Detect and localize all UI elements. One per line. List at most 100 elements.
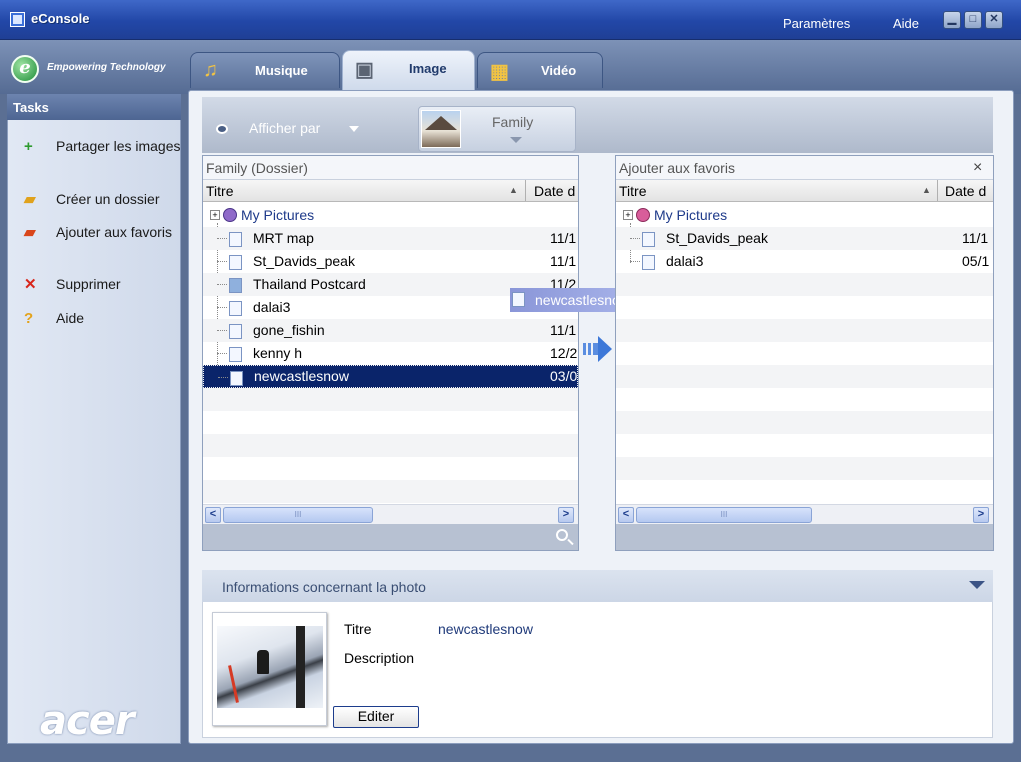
list-item[interactable]: kenny h 12/2 xyxy=(203,342,578,365)
task-label: Aide xyxy=(56,310,85,326)
tasks-header: Tasks xyxy=(7,94,181,120)
file-name: MRT map xyxy=(253,230,314,246)
eye-icon xyxy=(216,124,228,134)
collapse-arrow-icon[interactable] xyxy=(969,581,985,589)
task-create-folder[interactable]: ▰ Créer un dossier xyxy=(8,190,178,210)
search-icon[interactable] xyxy=(556,529,568,541)
chevron-down-icon[interactable] xyxy=(349,126,359,132)
col-date[interactable]: Date d xyxy=(945,183,986,199)
file-name: dalai3 xyxy=(253,299,291,315)
task-delete[interactable]: ✕ Supprimer xyxy=(8,275,178,295)
task-label: Ajouter aux favoris xyxy=(56,224,172,240)
col-date[interactable]: Date d xyxy=(534,183,575,199)
favorites-pane: Ajouter aux favoris × Titre ▲ Date d + M… xyxy=(615,155,994,551)
app-icon xyxy=(10,12,25,27)
photo-thumbnail-detail xyxy=(296,626,305,708)
tab-video[interactable]: ▦ Vidéo xyxy=(477,52,603,88)
close-icon[interactable]: × xyxy=(973,159,982,177)
favorites-list: + My Pictures St_Davids_peak 11/1 dalai3… xyxy=(616,204,993,504)
close-button[interactable]: ✕ xyxy=(985,11,1003,29)
photo-thumbnail-detail xyxy=(257,650,269,674)
my-pictures-icon xyxy=(223,208,237,222)
file-date: 11/1 xyxy=(550,322,577,338)
image-file-icon xyxy=(642,255,655,270)
image-file-icon xyxy=(512,292,525,307)
file-list: + My Pictures MRT map 11/1 St_Davids_pea… xyxy=(203,204,578,526)
chevron-down-icon[interactable] xyxy=(510,137,522,143)
task-help[interactable]: ? Aide xyxy=(8,309,178,329)
file-name: dalai3 xyxy=(666,253,704,269)
list-item[interactable]: St_Davids_peak 11/1 xyxy=(616,227,993,250)
file-name: Thailand Postcard xyxy=(253,276,366,292)
scroll-thumb[interactable]: III xyxy=(636,507,812,523)
settings-menu[interactable]: Paramètres xyxy=(783,16,850,31)
edit-button[interactable]: Editer xyxy=(333,706,419,728)
tab-musique[interactable]: ♫ Musique xyxy=(190,52,340,88)
image-file-icon xyxy=(229,278,242,293)
description-label: Description xyxy=(344,650,415,666)
plus-icon: + xyxy=(24,138,33,155)
tree-root[interactable]: + My Pictures xyxy=(616,204,993,227)
file-date: 11/1 xyxy=(550,230,577,246)
list-item[interactable]: MRT map 11/1 xyxy=(203,227,578,250)
scroll-left-button[interactable]: < xyxy=(618,507,634,523)
list-item[interactable]: gone_fishin 11/1 xyxy=(203,319,578,342)
col-title[interactable]: Titre xyxy=(206,183,233,199)
move-right-arrow-icon xyxy=(583,336,612,362)
list-item-selected[interactable]: newcastlesnow 03/0 xyxy=(203,365,578,388)
scroll-thumb[interactable]: III xyxy=(223,507,373,523)
film-icon: ▦ xyxy=(490,61,509,83)
tab-label: Musique xyxy=(255,63,308,78)
tree-root[interactable]: + My Pictures xyxy=(203,204,578,227)
sort-asc-icon: ▲ xyxy=(509,185,518,195)
list-item[interactable]: dalai3 05/1 xyxy=(616,250,993,273)
horizontal-scrollbar[interactable]: < III > xyxy=(616,504,993,524)
task-label: Créer un dossier xyxy=(56,191,160,207)
maximize-button[interactable]: □ xyxy=(964,11,982,29)
scroll-right-button[interactable]: > xyxy=(558,507,574,523)
tree-root-label: My Pictures xyxy=(241,207,315,223)
pane-footer xyxy=(203,524,578,550)
file-date: 12/2 xyxy=(550,345,578,361)
image-file-icon xyxy=(642,232,655,247)
task-label: Supprimer xyxy=(56,276,121,292)
help-icon: ? xyxy=(24,310,34,327)
file-date: 11/1 xyxy=(550,253,577,269)
task-label: Partager les images xyxy=(56,138,181,154)
pane-footer xyxy=(616,524,993,550)
view-by-dropdown[interactable]: Afficher par xyxy=(249,120,320,136)
file-name: kenny h xyxy=(253,345,303,361)
image-file-icon xyxy=(230,371,243,386)
empowering-logo-icon: e xyxy=(11,55,39,83)
column-header: Titre ▲ Date d xyxy=(616,180,993,202)
title-label: Titre xyxy=(344,621,372,637)
title-bar xyxy=(0,0,1021,40)
favorite-folder-icon: ▰ xyxy=(24,224,36,241)
task-share-images[interactable]: + Partager les images xyxy=(8,137,181,177)
minimize-button[interactable]: ▁ xyxy=(943,11,961,29)
tab-image[interactable]: ▣ Image xyxy=(342,50,475,90)
col-title[interactable]: Titre xyxy=(619,183,646,199)
expand-icon[interactable]: + xyxy=(210,210,220,220)
horizontal-scrollbar[interactable]: < III > xyxy=(203,504,578,524)
pane-title: Ajouter aux favoris xyxy=(619,160,735,176)
camera-icon: ▣ xyxy=(355,59,374,81)
sort-asc-icon: ▲ xyxy=(922,185,931,195)
expand-icon[interactable]: + xyxy=(623,210,633,220)
list-item[interactable]: St_Davids_peak 11/1 xyxy=(203,250,578,273)
folder-pane: Family (Dossier) Titre ▲ Date d + My Pic… xyxy=(202,155,579,551)
delete-icon: ✕ xyxy=(24,276,37,293)
file-name: St_Davids_peak xyxy=(666,230,768,246)
help-menu[interactable]: Aide xyxy=(893,16,919,31)
file-date: 11/1 xyxy=(962,230,989,246)
file-name: St_Davids_peak xyxy=(253,253,355,269)
photo-info-header[interactable]: Informations concernant la photo xyxy=(202,570,993,602)
image-file-icon xyxy=(229,232,242,247)
scroll-right-button[interactable]: > xyxy=(973,507,989,523)
favorites-heart-icon xyxy=(636,208,650,222)
scroll-left-button[interactable]: < xyxy=(205,507,221,523)
pane-header: Ajouter aux favoris × xyxy=(616,156,993,180)
photo-thumbnail xyxy=(217,626,323,708)
new-folder-icon: ▰ xyxy=(24,191,36,208)
task-add-favorites[interactable]: ▰ Ajouter aux favoris xyxy=(8,223,178,263)
